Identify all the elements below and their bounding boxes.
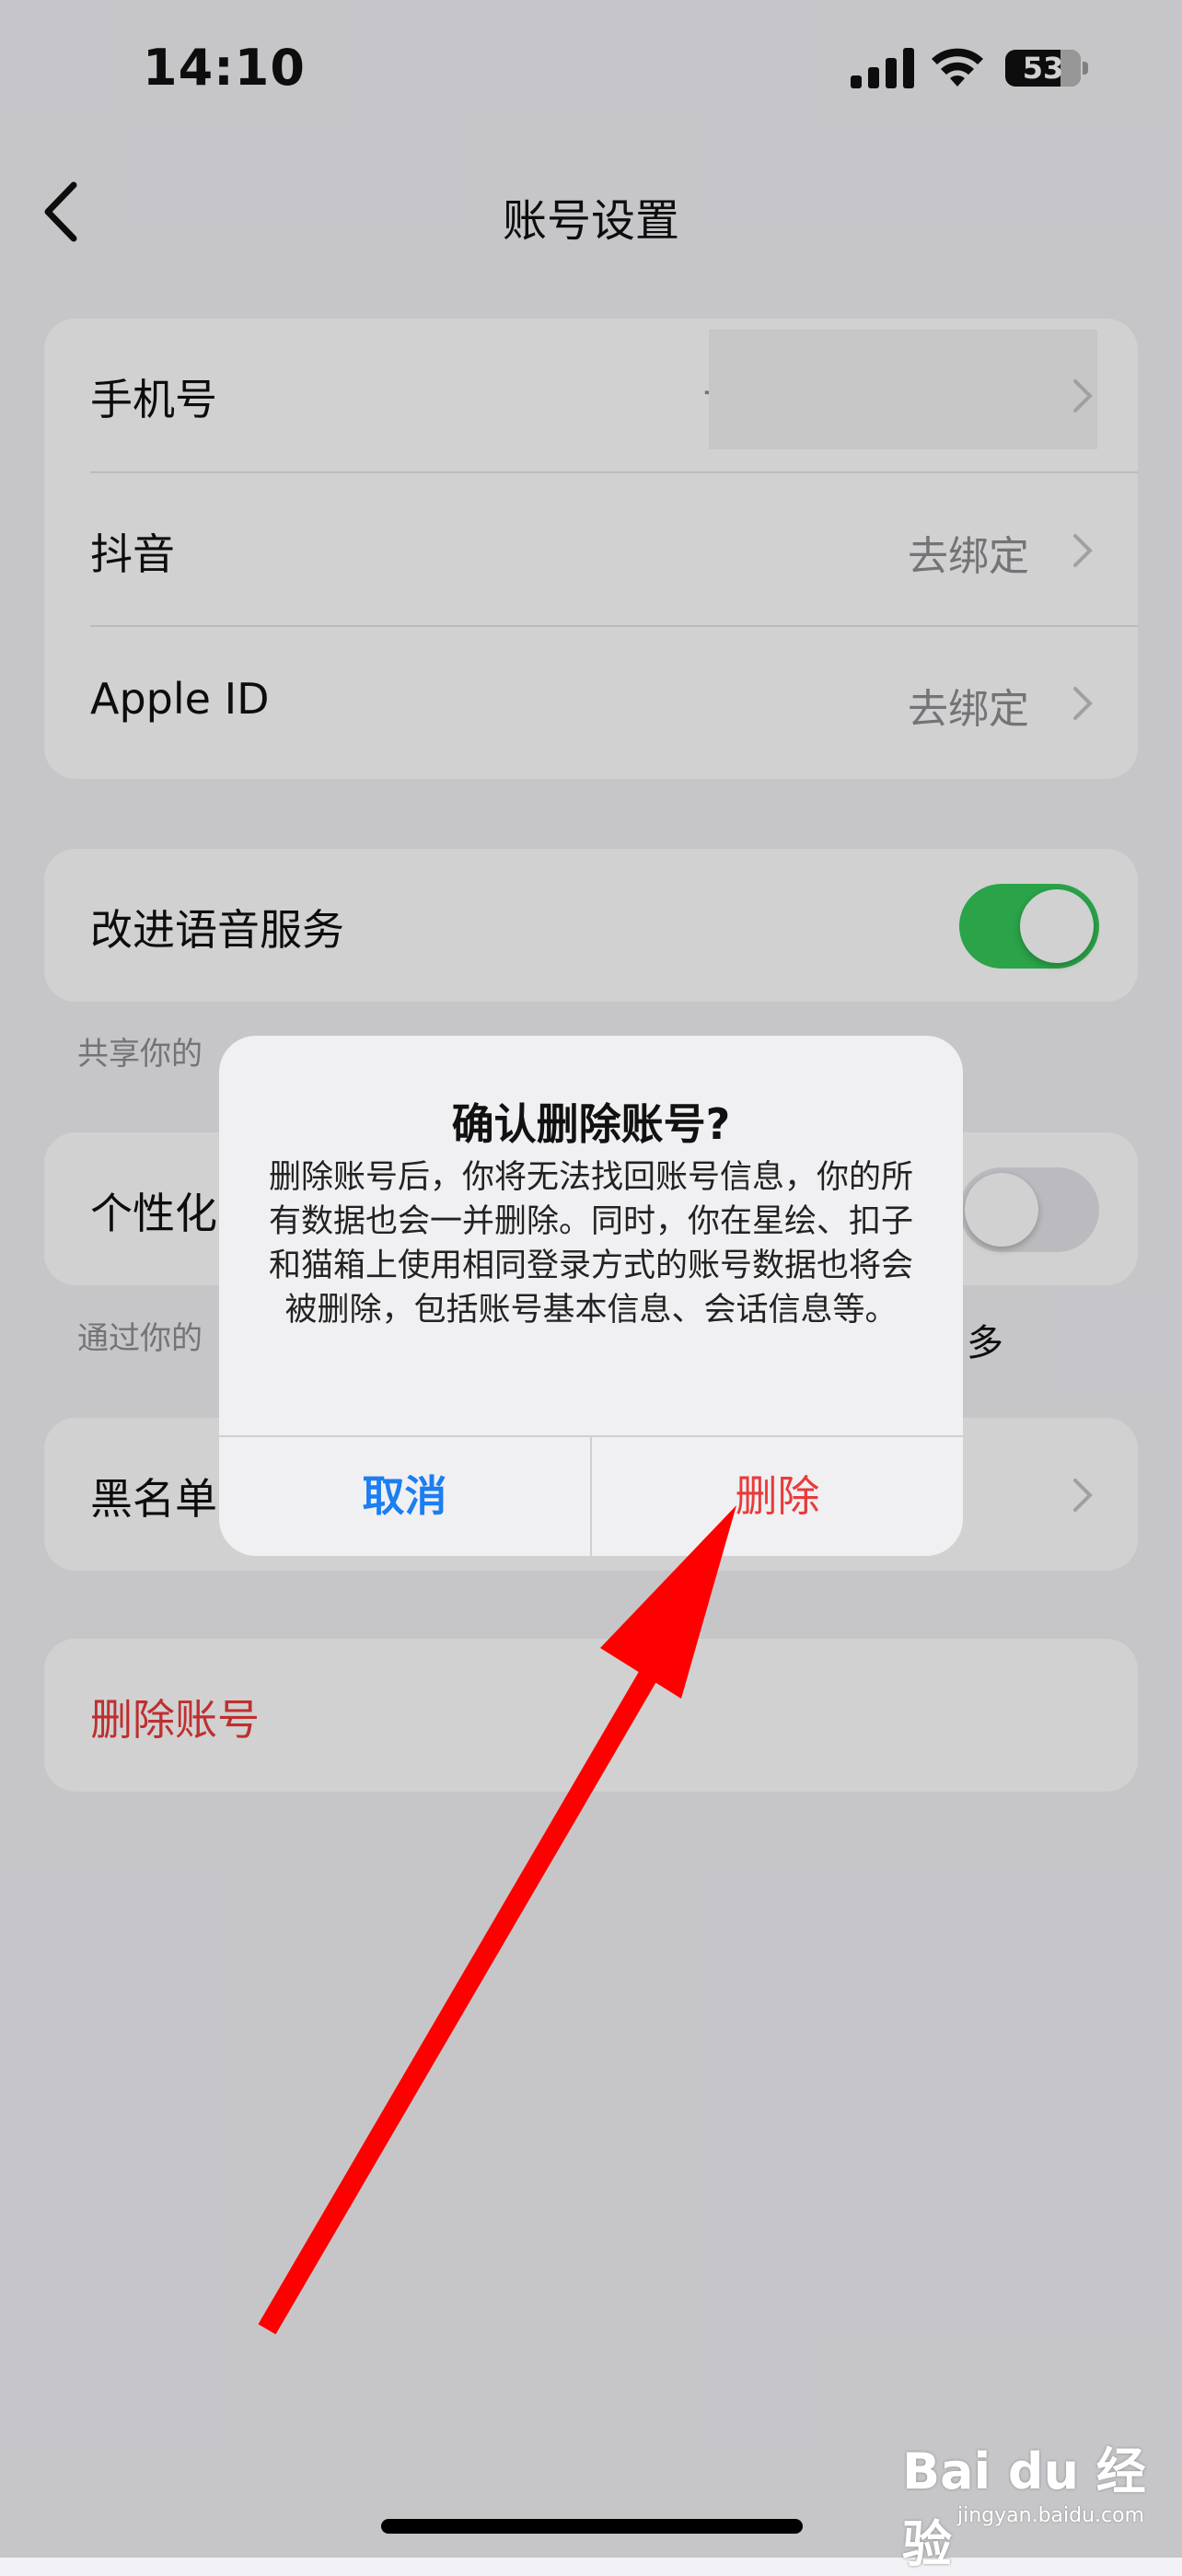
confirm-delete-button[interactable]: 删除 (592, 1437, 963, 1556)
watermark-brand: Bai du 经验 (902, 2443, 1146, 2573)
dialog-message: 删除账号后，你将无法找回账号信息，你的所有数据也会一并删除。同时，你在星绘、扣子… (268, 1159, 913, 1329)
watermark-site: jingyan.baidu.com (957, 2504, 1145, 2527)
home-indicator (381, 2519, 803, 2534)
cancel-button[interactable]: 取消 (219, 1437, 590, 1556)
dialog-title: 确认删除账号? (451, 1099, 731, 1149)
baidu-jingyan-watermark: Bai du 经验 jingyan.baidu.com (902, 2431, 1151, 2573)
confirm-delete-dialog: 确认删除账号? 删除账号后，你将无法找回账号信息，你的所有数据也会一并删除。同时… (219, 1036, 963, 1556)
